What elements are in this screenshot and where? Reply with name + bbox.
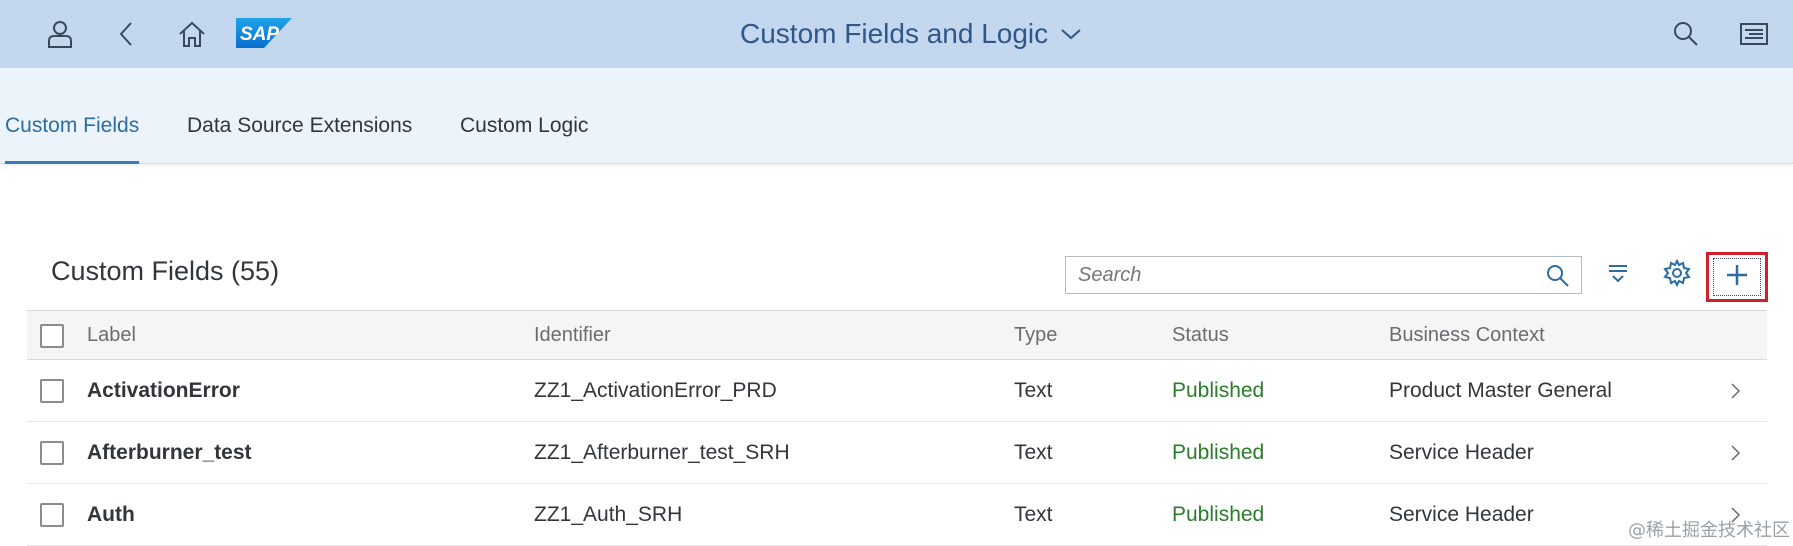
search-icon[interactable] bbox=[1545, 263, 1571, 289]
row-label: ActivationError bbox=[87, 378, 240, 402]
row-status: Published bbox=[1172, 378, 1265, 402]
column-header-business-context[interactable]: Business Context bbox=[1389, 311, 1545, 359]
chevron-right-icon[interactable] bbox=[1725, 441, 1745, 465]
tab-bar: Custom Fields Data Source Extensions Cus… bbox=[0, 68, 1793, 164]
search-input[interactable] bbox=[1066, 257, 1526, 293]
tab-custom-fields[interactable]: Custom Fields bbox=[5, 114, 140, 164]
row-identifier: ZZ1_Afterburner_test_SRH bbox=[534, 440, 790, 464]
row-checkbox[interactable] bbox=[40, 441, 64, 465]
sort-icon bbox=[1607, 262, 1629, 289]
row-type: Text bbox=[1014, 440, 1053, 464]
app-title[interactable]: Custom Fields and Logic bbox=[740, 14, 1082, 54]
tab-label: Custom Logic bbox=[460, 114, 589, 137]
gear-icon bbox=[1663, 258, 1691, 292]
column-header-label[interactable]: Label bbox=[87, 311, 136, 359]
table-header: Label Identifier Type Status Business Co… bbox=[27, 310, 1767, 360]
column-header-type[interactable]: Type bbox=[1014, 311, 1057, 359]
row-business-context: Product Master General bbox=[1389, 378, 1612, 402]
table-row[interactable]: Afterburner_test ZZ1_Afterburner_test_SR… bbox=[27, 422, 1767, 484]
row-identifier: ZZ1_Auth_SRH bbox=[534, 502, 683, 526]
tab-data-source-extensions[interactable]: Data Source Extensions bbox=[187, 114, 412, 164]
add-icon bbox=[1725, 263, 1749, 292]
row-status: Published bbox=[1172, 502, 1265, 526]
tab-label: Data Source Extensions bbox=[187, 114, 413, 137]
search-icon[interactable] bbox=[1666, 14, 1706, 54]
shell-bar: SAP Custom Fields and Logic bbox=[0, 0, 1793, 68]
settings-button[interactable] bbox=[1657, 255, 1697, 295]
row-type: Text bbox=[1014, 378, 1053, 402]
app-title-text: Custom Fields and Logic bbox=[740, 18, 1049, 49]
select-all-checkbox[interactable] bbox=[40, 324, 64, 348]
row-type: Text bbox=[1014, 502, 1053, 526]
sap-logo-text: SAP bbox=[240, 24, 279, 45]
column-header-status[interactable]: Status bbox=[1172, 311, 1229, 359]
chevron-down-icon[interactable] bbox=[1060, 27, 1082, 41]
tab-custom-logic[interactable]: Custom Logic bbox=[460, 114, 588, 164]
table-title: Custom Fields (55) bbox=[51, 256, 280, 286]
table-row[interactable]: Auth ZZ1_Auth_SRH Text Published Service… bbox=[27, 484, 1767, 546]
back-icon[interactable] bbox=[106, 14, 146, 54]
tab-label: Custom Fields bbox=[5, 114, 140, 137]
row-checkbox[interactable] bbox=[40, 503, 64, 527]
sap-logo[interactable]: SAP bbox=[236, 18, 292, 48]
add-button[interactable] bbox=[1706, 252, 1768, 302]
row-label: Auth bbox=[87, 502, 135, 526]
table-row[interactable]: ActivationError ZZ1_ActivationError_PRD … bbox=[27, 360, 1767, 422]
home-icon[interactable] bbox=[172, 14, 212, 54]
chevron-right-icon[interactable] bbox=[1725, 379, 1745, 403]
search-field[interactable] bbox=[1065, 256, 1582, 294]
row-identifier: ZZ1_ActivationError_PRD bbox=[534, 378, 777, 402]
row-status: Published bbox=[1172, 440, 1265, 464]
watermark: @稀土掘金技术社区 bbox=[1628, 520, 1790, 541]
sort-button[interactable] bbox=[1598, 255, 1638, 295]
row-checkbox[interactable] bbox=[40, 379, 64, 403]
column-header-identifier[interactable]: Identifier bbox=[534, 311, 611, 359]
row-business-context: Service Header bbox=[1389, 440, 1534, 464]
add-button-focus bbox=[1713, 258, 1761, 296]
menu-icon[interactable] bbox=[1734, 14, 1774, 54]
row-label: Afterburner_test bbox=[87, 440, 252, 464]
row-business-context: Service Header bbox=[1389, 502, 1534, 526]
user-icon[interactable] bbox=[40, 14, 80, 54]
